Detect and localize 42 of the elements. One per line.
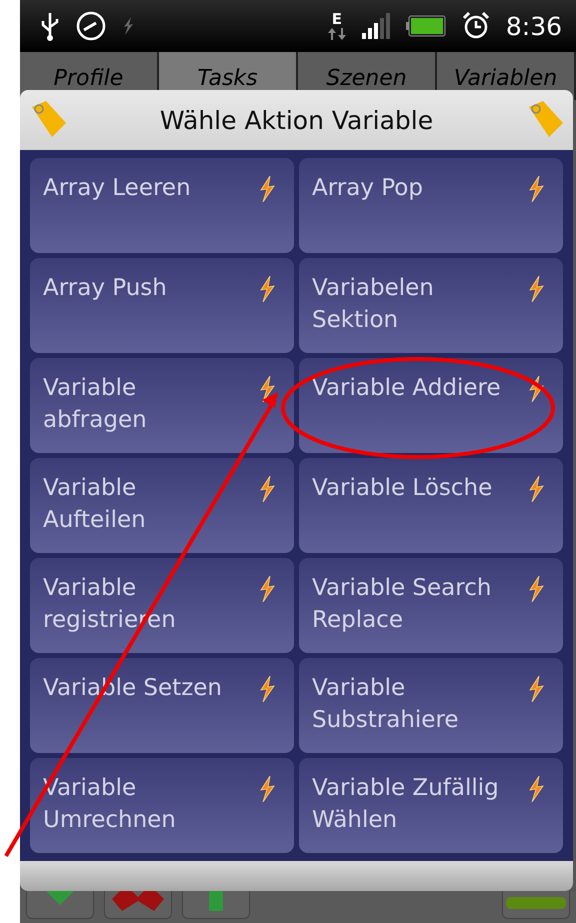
- battery-icon: [406, 15, 446, 37]
- action-button[interactable]: Variable Addiere: [299, 358, 563, 453]
- lightning-icon: [258, 376, 276, 402]
- lightning-icon: [258, 776, 276, 802]
- action-button[interactable]: Variable Lösche: [299, 458, 563, 553]
- lightning-icon: [527, 276, 545, 302]
- lightning-icon: [527, 376, 545, 402]
- action-button[interactable]: Variable Search Replace: [299, 558, 563, 653]
- action-button[interactable]: Array Pop: [299, 158, 563, 253]
- gauge-icon: [76, 11, 106, 41]
- lightning-icon: [122, 17, 134, 35]
- lightning-icon: [527, 576, 545, 602]
- action-button[interactable]: Variable Zufällig Wählen: [299, 758, 563, 853]
- network-type: E: [332, 12, 342, 27]
- action-button[interactable]: Variable abfragen: [30, 358, 294, 453]
- tag-icon: [527, 101, 563, 139]
- minus-icon: [506, 897, 566, 909]
- action-button[interactable]: Array Push: [30, 258, 294, 353]
- action-button[interactable]: Array Leeren: [30, 158, 294, 253]
- data-transfer-icon: [328, 28, 346, 40]
- lightning-icon: [527, 176, 545, 202]
- toolbar-button[interactable]: [104, 891, 172, 919]
- lightning-icon: [527, 776, 545, 802]
- toolbar-button[interactable]: [182, 891, 250, 919]
- dialog-title: Wähle Aktion Variable: [158, 106, 434, 134]
- lightning-icon: [527, 476, 545, 502]
- usb-icon: [40, 11, 60, 41]
- lightning-icon: [258, 176, 276, 202]
- lightning-icon: [258, 576, 276, 602]
- signal-icon: [362, 13, 390, 39]
- toolbar-button[interactable]: [26, 891, 94, 919]
- alarm-clock-icon: [462, 12, 490, 40]
- toolbar-button[interactable]: [502, 891, 570, 919]
- lightning-icon: [258, 276, 276, 302]
- action-button[interactable]: Variable Substrahiere: [299, 658, 563, 753]
- tag-icon: [30, 101, 66, 139]
- lightning-icon: [258, 676, 276, 702]
- action-button[interactable]: Variable Aufteilen: [30, 458, 294, 553]
- lightning-icon: [527, 676, 545, 702]
- action-button[interactable]: Variabelen Sektion: [299, 258, 563, 353]
- clock-time: 8:36: [506, 12, 562, 40]
- lightning-icon: [258, 476, 276, 502]
